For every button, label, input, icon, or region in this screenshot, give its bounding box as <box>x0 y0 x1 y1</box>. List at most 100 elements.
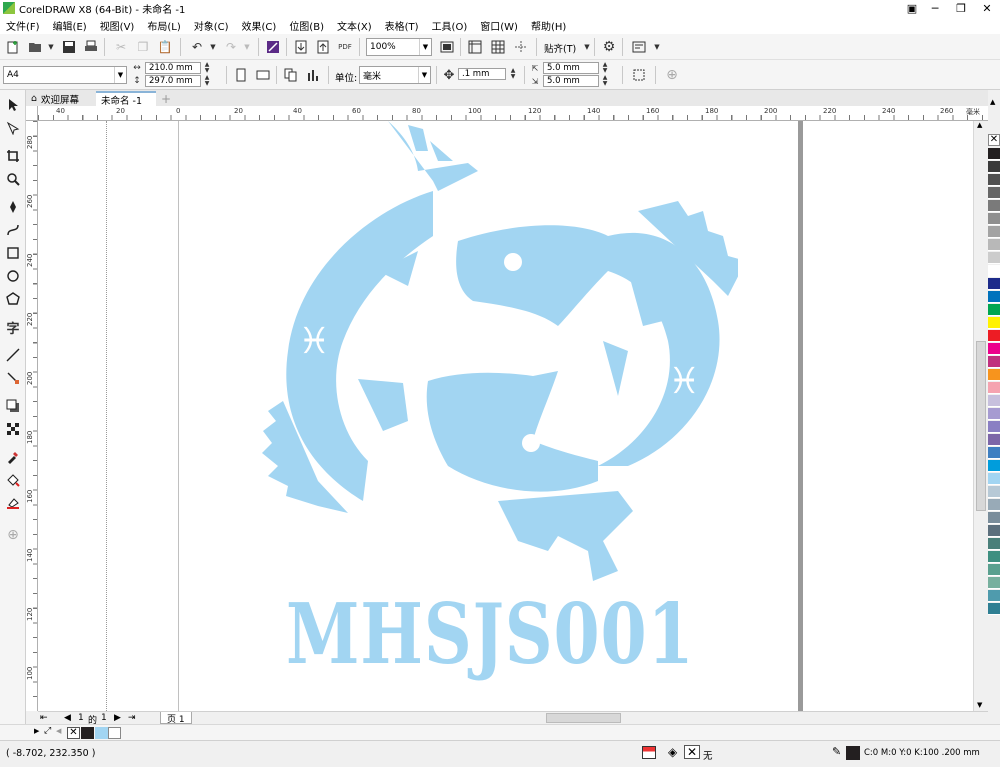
palette-swatch[interactable] <box>988 499 1000 511</box>
application-launcher-icon[interactable] <box>630 38 648 56</box>
rectangle-tool-icon[interactable] <box>4 244 22 262</box>
portrait-icon[interactable] <box>232 66 250 84</box>
menu-window[interactable]: 窗口(W) <box>480 18 518 33</box>
save-icon[interactable] <box>60 38 78 56</box>
text-tool-icon[interactable]: 字 <box>4 318 22 337</box>
palette-swatch[interactable] <box>988 486 1000 498</box>
scroll-down-icon[interactable]: ▼ <box>977 701 982 709</box>
shape-tool-icon[interactable] <box>4 119 22 137</box>
height-spinner[interactable]: ▲ ▼ <box>202 75 212 87</box>
show-grid-icon[interactable] <box>489 38 507 56</box>
palette-swatch[interactable] <box>988 369 1000 381</box>
palette-swatch[interactable] <box>988 603 1000 615</box>
print-icon[interactable] <box>82 38 100 56</box>
palette-swatch[interactable] <box>988 330 1000 342</box>
new-tab-icon[interactable]: + <box>156 91 172 106</box>
width-spinner[interactable]: ▲ ▼ <box>202 62 212 74</box>
menu-edit[interactable]: 编辑(E) <box>53 18 87 33</box>
horizontal-ruler[interactable]: 40 20 0 20 40 60 80 100 120 140 160 180 … <box>38 106 988 121</box>
doc-swatch-white[interactable] <box>108 727 121 739</box>
smart-fill-icon[interactable] <box>4 494 22 512</box>
zoom-tool-icon[interactable] <box>4 170 22 188</box>
page-last-icon[interactable]: ⇥ <box>128 713 136 723</box>
doc-swatch-black[interactable] <box>81 727 94 739</box>
horizontal-scrollbar[interactable] <box>516 713 973 723</box>
freehand-tool-icon[interactable] <box>4 198 22 216</box>
palette-swatch[interactable] <box>988 590 1000 602</box>
snap-to-dropdown[interactable]: 贴齐(T) <box>544 41 576 55</box>
palette-swatch[interactable] <box>988 460 1000 472</box>
nudge-distance-field[interactable]: .1 mm <box>458 68 506 80</box>
page-size-combo[interactable]: A4 ▼ <box>3 66 127 84</box>
palette-swatch[interactable] <box>988 564 1000 576</box>
tab-document[interactable]: 未命名 -1 <box>96 91 156 107</box>
palette-swatch[interactable] <box>988 200 1000 212</box>
palette-swatch[interactable] <box>988 551 1000 563</box>
logo-text[interactable]: MHSJS001 <box>286 589 694 679</box>
treat-as-filled-icon[interactable] <box>630 66 648 84</box>
eyedropper-small-icon[interactable]: ⤢ <box>44 726 51 736</box>
export-icon[interactable] <box>314 38 332 56</box>
palette-swatch[interactable] <box>988 408 1000 420</box>
menu-table[interactable]: 表格(T) <box>385 18 419 33</box>
menu-layout[interactable]: 布局(L) <box>147 18 180 33</box>
palette-swatch[interactable] <box>988 265 1000 277</box>
no-color-swatch[interactable]: ✕ <box>988 134 1000 146</box>
doc-swatch-blue[interactable] <box>95 727 108 739</box>
menu-text[interactable]: 文本(X) <box>337 18 372 33</box>
options-gear-icon[interactable]: ⚙ <box>600 38 618 56</box>
palette-swatch[interactable] <box>988 174 1000 186</box>
palette-swatch[interactable] <box>988 343 1000 355</box>
palette-swatch[interactable] <box>988 213 1000 225</box>
palette-swatch[interactable] <box>988 577 1000 589</box>
doc-swatch-none[interactable]: ✕ <box>67 727 80 739</box>
horizontal-scroll-thumb[interactable] <box>546 713 621 723</box>
page-height-field[interactable]: 297.0 mm <box>145 75 201 87</box>
show-rulers-icon[interactable] <box>466 38 484 56</box>
palette-swatch[interactable] <box>988 447 1000 459</box>
ruler-origin[interactable] <box>26 106 38 121</box>
palette-left-icon[interactable]: ◀ <box>56 727 61 735</box>
palette-swatch[interactable] <box>988 304 1000 316</box>
copy-icon[interactable]: ❐ <box>134 38 152 56</box>
palette-swatch[interactable] <box>988 421 1000 433</box>
page-next-icon[interactable]: ▶ <box>114 713 121 723</box>
cut-icon[interactable]: ✂ <box>112 38 130 56</box>
palette-swatch[interactable] <box>988 161 1000 173</box>
page-width-field[interactable]: 210.0 mm <box>145 62 201 74</box>
duplicate-distance-x-field[interactable]: 5.0 mm <box>543 62 599 74</box>
menu-view[interactable]: 视图(V) <box>100 18 135 33</box>
palette-swatch[interactable] <box>988 252 1000 264</box>
connector-tool-icon[interactable] <box>4 369 22 387</box>
paste-icon[interactable]: 📋 <box>156 38 174 56</box>
add-toolbar-item-icon[interactable]: ⊕ <box>663 66 681 84</box>
ellipse-tool-icon[interactable] <box>4 267 22 285</box>
eyedropper-icon[interactable] <box>4 448 22 466</box>
artistic-media-icon[interactable] <box>4 221 22 239</box>
palette-swatch[interactable] <box>988 382 1000 394</box>
show-guidelines-icon[interactable] <box>512 38 530 56</box>
publish-pdf-icon[interactable]: PDF <box>336 38 354 56</box>
palette-swatch[interactable] <box>988 226 1000 238</box>
palette-swatch[interactable] <box>988 525 1000 537</box>
launcher-dropdown-icon[interactable]: ▼ <box>648 38 666 56</box>
vertical-scrollbar[interactable]: ▲ ▼ <box>973 121 988 711</box>
pick-tool-icon[interactable] <box>4 96 22 114</box>
palette-swatch[interactable] <box>988 291 1000 303</box>
maximize-button[interactable]: ❐ <box>948 0 974 16</box>
palette-swatch[interactable] <box>988 395 1000 407</box>
palette-menu-icon[interactable]: ▶ <box>34 727 39 735</box>
palette-swatch[interactable] <box>988 538 1000 550</box>
duplicate-x-spinner[interactable]: ▲ ▼ <box>600 62 610 74</box>
open-dropdown-icon[interactable]: ▼ <box>42 38 60 56</box>
scroll-up-icon[interactable]: ▲ <box>977 121 982 129</box>
chevron-down-icon[interactable]: ▼ <box>418 67 430 83</box>
transparency-icon[interactable] <box>4 420 22 438</box>
page-first-icon[interactable]: ⇤ <box>40 713 48 723</box>
undo-dropdown-icon[interactable]: ▼ <box>204 38 222 56</box>
duplicate-distance-y-field[interactable]: 5.0 mm <box>543 75 599 87</box>
palette-swatch[interactable] <box>988 239 1000 251</box>
page-prev-icon[interactable]: ◀ <box>64 713 71 723</box>
vertical-ruler[interactable]: 280 260 240 220 200 180 160 140 120 100 <box>26 121 38 711</box>
minimize-button[interactable]: ─ <box>922 0 948 16</box>
